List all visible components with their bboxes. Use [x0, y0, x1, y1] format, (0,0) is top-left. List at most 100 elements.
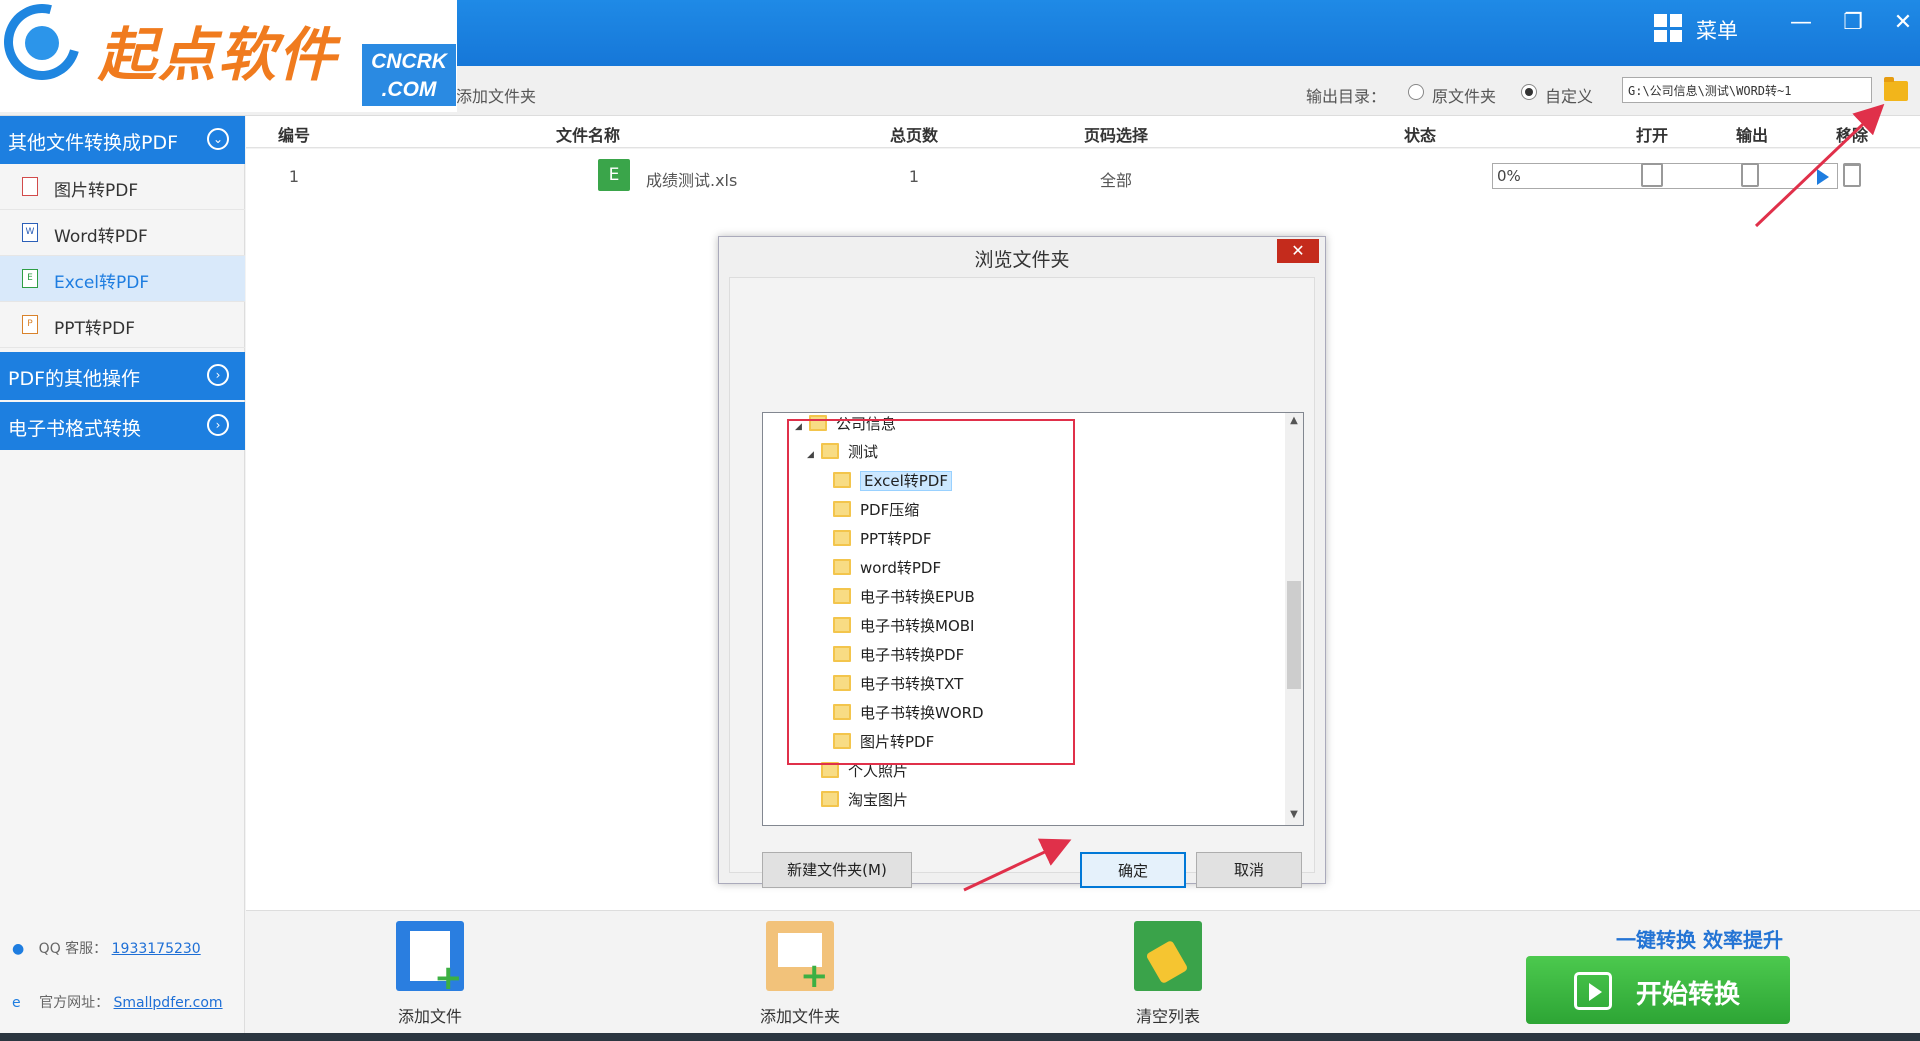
tree-item[interactable]: ◢ 公司信息: [795, 413, 896, 439]
folder-icon: [809, 415, 827, 431]
logo-badge-bottom: .COM: [381, 78, 437, 101]
sidebar-group-other-to-pdf[interactable]: 其他文件转换成PDF ⌄: [0, 116, 245, 164]
folder-icon: [821, 791, 839, 807]
tree-item-selected[interactable]: Excel转PDF: [833, 470, 952, 496]
sidebar-group-label: PDF的其他操作: [8, 368, 141, 390]
open-external-icon[interactable]: [1641, 163, 1663, 187]
minimize-button[interactable]: —: [1786, 10, 1816, 35]
scroll-up-icon[interactable]: ▲: [1285, 415, 1303, 426]
menu-grid-icon[interactable]: [1654, 14, 1682, 42]
clear-list-button[interactable]: 清空列表: [1108, 921, 1228, 1027]
trash-icon[interactable]: [1843, 163, 1861, 187]
row-progress-bar: 0%: [1492, 163, 1838, 189]
ok-button[interactable]: 确定: [1080, 852, 1186, 888]
dialog-title: 浏览文件夹: [974, 249, 1070, 271]
tree-item[interactable]: 个人照片: [821, 760, 908, 786]
folder-icon: [833, 733, 851, 749]
tree-item[interactable]: 电子书转换WORD: [833, 702, 984, 728]
tree-item[interactable]: 电子书转换MOBI: [833, 615, 974, 641]
dialog-close-button[interactable]: ✕: [1277, 239, 1319, 263]
sidebar-group-pdf-operations[interactable]: PDF的其他操作 ›: [0, 352, 245, 400]
output-path-field[interactable]: G:\公司信息\测试\WORD转~1: [1622, 77, 1872, 103]
site-link[interactable]: Smallpdfer.com: [114, 995, 223, 1011]
play-icon: [1574, 972, 1612, 1010]
tree-item[interactable]: word转PDF: [833, 557, 941, 583]
qq-icon: ●: [12, 941, 25, 957]
sidebar-item-ppt-to-pdf[interactable]: P PPT转PDF: [0, 302, 245, 348]
cancel-button[interactable]: 取消: [1196, 852, 1302, 888]
start-convert-label: 开始转换: [1636, 980, 1741, 1010]
qq-link[interactable]: 1933175230: [112, 941, 201, 957]
row-filename: 成绩测试.xls: [646, 171, 738, 190]
folder-icon: [833, 501, 851, 517]
word-file-icon: W: [22, 223, 38, 242]
sidebar-item-image-to-pdf[interactable]: 图片转PDF: [0, 164, 245, 210]
tree-item[interactable]: 图片转PDF: [833, 731, 934, 757]
row-page-select[interactable]: 全部: [1100, 167, 1132, 191]
taskbar: [0, 1033, 1920, 1041]
folder-icon: [821, 443, 839, 459]
tree-item[interactable]: ◢ 测试: [807, 441, 878, 467]
sidebar-item-word-to-pdf[interactable]: W Word转PDF: [0, 210, 245, 256]
chevron-right-icon: ›: [207, 364, 229, 386]
sidebar-group-ebook-convert[interactable]: 电子书格式转换 ›: [0, 402, 245, 450]
logo-badge: CNCRK .COM: [362, 44, 456, 106]
tree-scrollbar[interactable]: ▲ ▼: [1285, 413, 1303, 825]
ie-icon: e: [12, 995, 21, 1011]
tree-item[interactable]: PPT转PDF: [833, 528, 931, 554]
row-index: 1: [288, 167, 300, 186]
browse-folder-icon[interactable]: [1884, 77, 1908, 101]
tree-item[interactable]: 电子书转换TXT: [833, 673, 963, 699]
radio-custom-label[interactable]: 自定义: [1545, 83, 1593, 107]
output-dir-label: 输出目录：: [1306, 87, 1387, 106]
tree-item[interactable]: PDF压缩: [833, 499, 919, 525]
add-folder-button[interactable]: + 添加文件夹: [740, 921, 860, 1027]
excel-file-icon: E: [22, 269, 38, 288]
chevron-right-icon: ›: [207, 414, 229, 436]
tree-item[interactable]: 淘宝图片: [821, 789, 908, 815]
slogan-text: 一键转换 效率提升: [1616, 928, 1783, 952]
sidebar-item-label: Word转PDF: [54, 227, 148, 247]
sidebar-group-label: 电子书格式转换: [8, 418, 142, 440]
row-pages: 1: [908, 167, 920, 186]
output-file-icon[interactable]: [1741, 163, 1759, 187]
radio-custom-folder[interactable]: [1521, 84, 1537, 100]
restore-button[interactable]: ❐: [1838, 10, 1868, 35]
logo-center-icon: [25, 26, 59, 60]
new-folder-button[interactable]: 新建文件夹(M): [762, 852, 912, 888]
ppt-file-icon: P: [22, 315, 38, 334]
toolbar-add-folder[interactable]: 添加文件夹: [456, 83, 536, 107]
chevron-down-icon: ⌄: [207, 128, 229, 150]
app-logo: 起点软件 CNCRK .COM: [0, 0, 457, 112]
start-convert-button[interactable]: 开始转换: [1526, 956, 1790, 1024]
menu-button[interactable]: 菜单: [1696, 15, 1738, 45]
row-progress-text: 0%: [1497, 167, 1521, 185]
radio-original-folder[interactable]: [1408, 84, 1424, 100]
column-header: 输出: [1735, 126, 1769, 145]
table-row[interactable]: 1 E 成绩测试.xls 1 全部 0%: [246, 149, 1920, 205]
qq-label: QQ 客服：: [38, 941, 108, 957]
scroll-down-icon[interactable]: ▼: [1285, 809, 1303, 820]
folder-icon: [833, 617, 851, 633]
column-header: 打开: [1635, 126, 1669, 145]
folder-icon: [833, 675, 851, 691]
folder-tree: ◢ 公司信息 ◢ 测试 Excel转PDF PDF压缩 PPT转PDF word转P…: [762, 412, 1304, 826]
tree-item[interactable]: 电子书转换PDF: [833, 644, 964, 670]
broom-icon: [1130, 921, 1206, 995]
folder-icon: [833, 704, 851, 720]
sidebar-item-excel-to-pdf[interactable]: E Excel转PDF: [0, 256, 245, 302]
folder-icon: [833, 472, 851, 488]
tree-item[interactable]: 电子书转换EPUB: [833, 586, 975, 612]
radio-original-label[interactable]: 原文件夹: [1432, 83, 1496, 107]
add-folder-label: 添加文件夹: [759, 1007, 840, 1026]
scroll-thumb[interactable]: [1287, 581, 1301, 689]
folder-icon: [833, 588, 851, 604]
close-button[interactable]: ✕: [1888, 10, 1918, 35]
sidebar-item-label: 图片转PDF: [54, 181, 139, 201]
clear-list-label: 清空列表: [1135, 1007, 1200, 1026]
add-folder-icon: +: [762, 921, 838, 995]
table-header: 编号 文件名称 总页数 页码选择 状态 打开 输出 移除: [246, 116, 1920, 148]
dialog-body: ◢ 公司信息 ◢ 测试 Excel转PDF PDF压缩 PPT转PDF word转P…: [729, 277, 1315, 888]
add-file-button[interactable]: + 添加文件: [370, 921, 490, 1027]
play-icon[interactable]: [1817, 169, 1829, 185]
